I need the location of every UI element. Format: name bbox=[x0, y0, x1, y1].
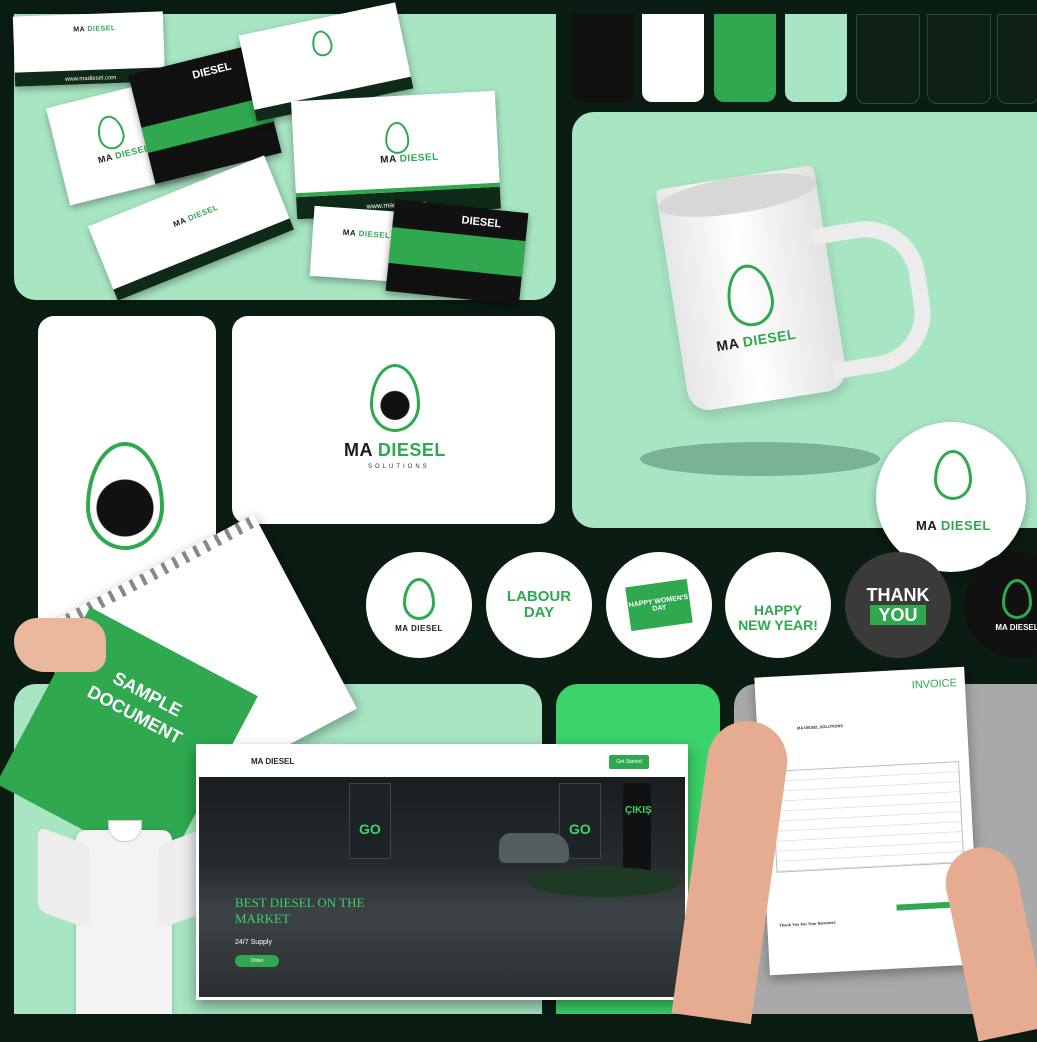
station-photo: GO GO ÇIKIŞ BEST DIESEL ON THE MARKET 24… bbox=[199, 777, 685, 997]
color-swatch-green bbox=[714, 14, 776, 102]
color-swatch-dark bbox=[997, 14, 1037, 104]
drop-logo-icon bbox=[370, 364, 420, 432]
color-swatch-black bbox=[572, 14, 634, 102]
invoice-footer: Thank You For Your Business bbox=[779, 919, 836, 928]
business-card-back: DIESEL bbox=[385, 199, 529, 305]
sticker-logo: MA DIESEL bbox=[366, 552, 472, 658]
color-swatch-mint bbox=[785, 14, 847, 102]
sticker-womens-day: HAPPY WOMEN'S DAY bbox=[606, 552, 712, 658]
hero-subtitle: 24/7 Supply bbox=[235, 939, 272, 946]
logo-card: MA DIESEL SOLUTIONS bbox=[232, 316, 555, 524]
color-swatch-white bbox=[642, 14, 704, 102]
sticker-new-year: HAPPY NEW YEAR! bbox=[725, 552, 831, 658]
hand bbox=[14, 618, 106, 672]
hero-title: BEST DIESEL ON THE MARKET bbox=[235, 895, 365, 926]
mug-shadow bbox=[640, 442, 880, 476]
get-started-button[interactable]: Get Started bbox=[609, 755, 649, 769]
sticker-labour-day: LABOUR DAY bbox=[486, 552, 592, 658]
site-brand[interactable]: MA DIESEL bbox=[251, 757, 294, 766]
logo-wordmark: MA DIESEL bbox=[344, 440, 446, 460]
round-sticker-peel: MA DIESEL bbox=[876, 422, 1026, 572]
polo-shirt bbox=[38, 820, 210, 1014]
invoice-company: MA DIESEL SOLUTIONS bbox=[796, 723, 844, 731]
color-swatch-dark bbox=[927, 14, 991, 104]
color-swatch-dark bbox=[856, 14, 920, 104]
invoice-title: INVOICE bbox=[911, 677, 958, 692]
brand-mockup-board: MA DIESEL www.madiesel.com MA DIESEL DIE… bbox=[0, 0, 1037, 1042]
invoice-sheet: INVOICE MA DIESEL SOLUTIONS Thank You Fo… bbox=[754, 666, 980, 976]
sticker-thank-you: THANK YOU bbox=[845, 552, 951, 658]
drop-logo-icon bbox=[86, 442, 164, 550]
order-button[interactable]: Order bbox=[235, 955, 279, 967]
website-mockup: MA DIESEL Get Started GO GO ÇIKIŞ BEST D… bbox=[196, 744, 688, 1000]
logo-tagline: SOLUTIONS bbox=[368, 464, 430, 470]
site-navbar: MA DIESEL Get Started bbox=[199, 747, 685, 777]
